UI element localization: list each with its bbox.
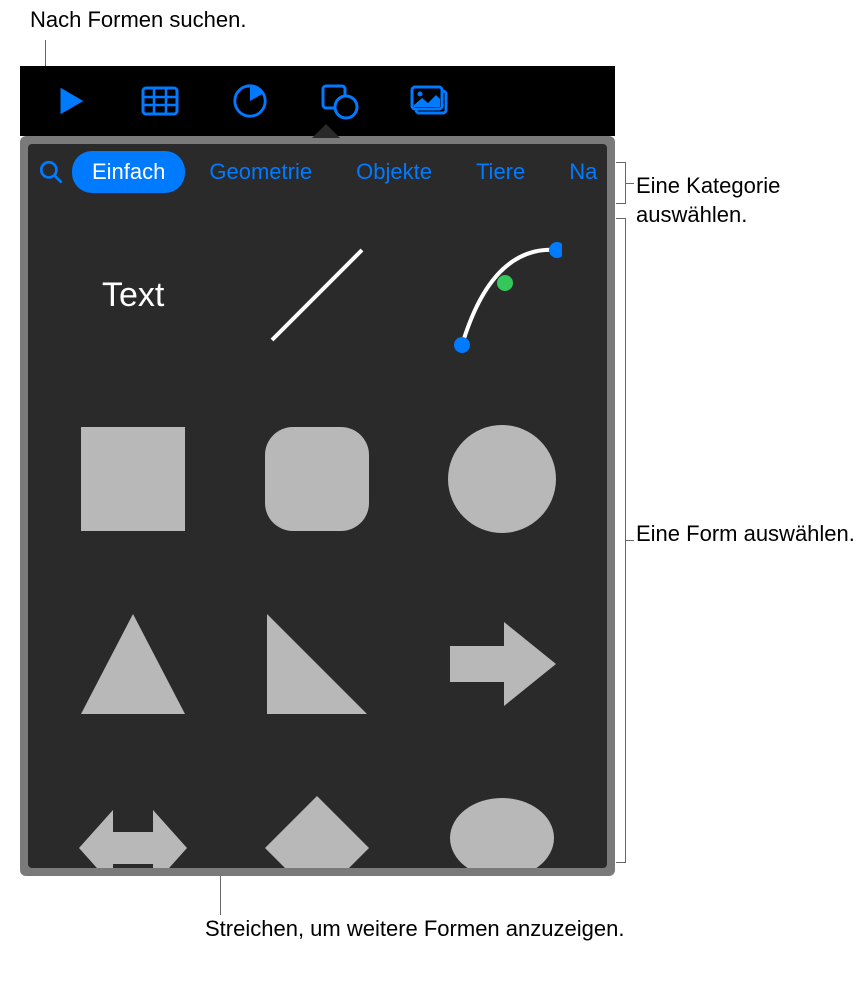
chart-icon[interactable] [230, 81, 270, 121]
annotation-shape: Eine Form auswählen. [636, 520, 855, 549]
popover-header: Einfach Geometrie Objekte Tiere Na [28, 144, 607, 200]
tab-natur[interactable]: Na [549, 151, 607, 193]
search-button[interactable] [34, 155, 68, 189]
annotation-search: Nach Formen suchen. [30, 6, 246, 35]
diamond-shape[interactable] [240, 771, 394, 868]
popover-container: Einfach Geometrie Objekte Tiere Na Text [20, 136, 615, 876]
tab-einfach[interactable]: Einfach [72, 151, 185, 193]
tab-tiere[interactable]: Tiere [456, 151, 545, 193]
media-icon[interactable] [410, 81, 450, 121]
shapes-grid[interactable]: Text [28, 200, 607, 868]
double-arrow-shape[interactable] [56, 771, 210, 868]
circle-shape[interactable] [425, 402, 579, 556]
triangle-shape[interactable] [56, 587, 210, 741]
shapes-popover: Einfach Geometrie Objekte Tiere Na Text [28, 144, 607, 868]
play-icon[interactable] [50, 81, 90, 121]
line-shape[interactable] [240, 218, 394, 372]
search-icon [38, 159, 64, 185]
annotation-swipe: Streichen, um weitere Formen anzuzeigen. [205, 915, 624, 944]
right-triangle-shape[interactable] [240, 587, 394, 741]
popover-arrow [312, 124, 340, 138]
speech-bubble-shape[interactable] [425, 771, 579, 868]
table-icon[interactable] [140, 81, 180, 121]
text-shape-label: Text [102, 276, 164, 315]
arrow-right-shape[interactable] [425, 587, 579, 741]
bracket-shape [616, 218, 626, 863]
bracket-category [616, 162, 626, 204]
square-shape[interactable] [56, 402, 210, 556]
tab-geometrie[interactable]: Geometrie [189, 151, 332, 193]
rounded-square-shape[interactable] [240, 402, 394, 556]
annotation-category: Eine Kategorie auswählen. [636, 172, 862, 229]
tab-objekte[interactable]: Objekte [336, 151, 452, 193]
callout-line-shape [626, 540, 634, 541]
text-shape[interactable]: Text [56, 218, 210, 372]
callout-line-category [626, 183, 634, 184]
shapes-icon[interactable] [320, 81, 360, 121]
curve-shape[interactable] [425, 218, 579, 372]
